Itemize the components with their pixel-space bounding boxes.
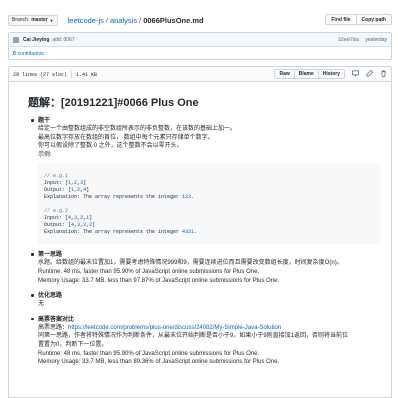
link-prefix: 高票思路： — [38, 324, 69, 331]
file-info: 29 lines (27 sloc) 1.41 KB — [13, 70, 98, 78]
code-comment: // e.g.2 — [44, 208, 69, 215]
section-title: 题干 — [38, 118, 51, 124]
code-line: Output: [1,2,4] — [44, 187, 90, 194]
text-line: Memory Usage: 33.7 MB, less than 97.87% … — [38, 277, 280, 284]
text-line: 最高位数字存放在数组的首位， 数组中每个元素只存储单个数字。 — [38, 134, 214, 141]
commit-author[interactable]: Cai Jieying — [23, 37, 49, 43]
text-line: 无 — [38, 301, 45, 308]
file-header: 29 lines (27 sloc) 1.41 KB Raw Blame Hist… — [8, 66, 392, 82]
history-button[interactable]: History — [318, 69, 345, 79]
file-lines: 29 lines (27 sloc) — [13, 71, 68, 78]
markdown-body: 题解：[20191221]#0066 Plus One 题干 给定一个由整数组成… — [8, 82, 392, 398]
file-actions: Raw Blame History — [274, 69, 387, 79]
text-line: Memory Usage: 33.7 MB, less than 89.36% … — [38, 359, 280, 366]
trash-icon[interactable] — [379, 70, 387, 79]
text-line: 高票思路：https://leetcode.com/problems/plus-… — [38, 324, 376, 333]
breadcrumb-repo[interactable]: leetcode-js — [68, 16, 104, 25]
commit-tease: Cai Jieying add: 0067 32e978a yesterday — [9, 33, 391, 47]
text-line: 置置为0，判断下一位置。 — [38, 341, 108, 348]
section-title: 优化思路 — [38, 293, 63, 300]
text-line: 示例: — [38, 151, 52, 158]
file-nav-actions: Find file Copy path — [325, 14, 392, 25]
copy-path-button[interactable]: Copy path — [356, 14, 392, 25]
code-line: Input: [1,2,3] — [44, 180, 87, 187]
code-line: Input: [4,3,2,1] — [44, 215, 93, 222]
text-line: 水题。给数组的最末位置加1，需要考虑特殊情况999和9，需要连续进位而且需要改变… — [38, 260, 343, 267]
text-line: 给定一个由整数组成的非空数组所表示的非负整数，在该数的基础上加一。 — [38, 126, 237, 132]
avatar[interactable] — [13, 36, 19, 43]
code-comment: // e.g.1 — [44, 173, 69, 180]
section-top-answer: 高票答案对比 高票思路：https://leetcode.com/problem… — [31, 316, 376, 367]
breadcrumb-separator: / — [105, 15, 108, 25]
branch-name: master — [31, 17, 48, 23]
contributors-label[interactable]: contributors — [18, 51, 44, 57]
commit-sha[interactable]: 32e978a — [338, 37, 359, 43]
divider — [71, 70, 73, 78]
breadcrumb-separator: / — [139, 15, 142, 25]
section-first-idea: 第一思路 水题。给数组的最末位置加1，需要考虑特殊情况999和9，需要连续进位而… — [31, 251, 376, 285]
file-size: 1.41 KB — [76, 71, 98, 78]
section-optimization: 优化思路 无 — [31, 292, 376, 309]
breadcrumb-file: 0066PlusOne.md — [143, 15, 204, 25]
text-line: 同第一思路，作者将特殊情况作为判断条件，从最末位开始判断是否小于9，如果小于9则… — [38, 333, 349, 340]
branch-selector[interactable]: Branch: master ▼ — [8, 14, 58, 26]
section-title: 高票答案对比 — [38, 316, 75, 323]
code-block: // e.g.1 Input: [1,2,3] Output: [1,2,4] … — [38, 163, 381, 245]
find-file-button[interactable]: Find file — [325, 14, 357, 25]
blame-button[interactable]: Blame — [294, 69, 319, 79]
solution-link[interactable]: https://leetcode.com/problems/plus-one/d… — [68, 325, 281, 331]
pencil-icon[interactable] — [365, 69, 373, 79]
code-line: Explanation: The array represents the in… — [44, 194, 195, 201]
chevron-down-icon: ▼ — [49, 17, 54, 23]
code-line: Explanation: The array represents the in… — [44, 229, 198, 236]
breadcrumb-folder[interactable]: analysis — [110, 16, 137, 25]
code-gap — [44, 201, 375, 208]
branch-label: Branch: — [12, 17, 30, 23]
section-list: 题干 给定一个由整数组成的非空数组所表示的非负整数，在该数的基础上加一。 最高位… — [31, 117, 381, 367]
section-title: 第一思路 — [38, 252, 63, 259]
raw-button[interactable]: Raw — [274, 69, 295, 79]
page-title: 题解：[20191221]#0066 Plus One — [28, 97, 199, 109]
contributors-row[interactable]: 0 contributors — [9, 47, 391, 60]
breadcrumb-bar: Branch: master ▼ leetcode-js / analysis/00… — [8, 14, 392, 26]
breadcrumb: leetcode-js / analysis/0066PlusOne.md — [68, 16, 204, 25]
commit-box: Cai Jieying add: 0067 32e978a yesterday … — [8, 32, 392, 60]
commit-meta: 32e978a yesterday — [338, 37, 387, 43]
text-line: 你可以假设除了整数 0 之外，这个整数不会以零开头。 — [38, 143, 183, 150]
code-line: Output: [4,3,2,2] — [44, 222, 96, 229]
section-problem: 题干 给定一个由整数组成的非空数组所表示的非负整数，在该数的基础上加一。 最高位… — [31, 117, 381, 245]
commit-message[interactable]: add: 0067 — [52, 37, 74, 43]
commit-time: yesterday — [365, 36, 387, 43]
desktop-icon[interactable] — [351, 70, 359, 79]
text-line: Runtime: 48 ms, faster than 95.90% of Ja… — [38, 268, 260, 275]
text-line: Runtime: 48 ms, faster than 95.90% of Ja… — [38, 350, 260, 357]
contributors-count[interactable]: 0 — [13, 51, 16, 57]
